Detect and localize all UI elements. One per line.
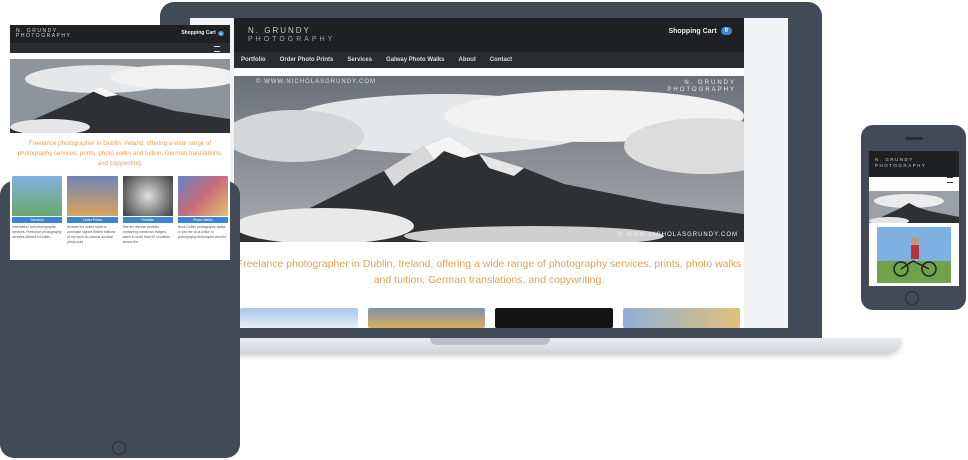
card-text: Book Dublin photography walks, or join m…: [177, 225, 227, 239]
tablet-cart-link[interactable]: Shopping Cart 0: [181, 30, 224, 36]
tablet-hero-image: [10, 59, 230, 133]
phone-hero-image: [869, 191, 959, 223]
website: N. GRUNDY PHOTOGRAPHY Shopping Cart 0 Po…: [234, 18, 744, 328]
tablet-mountain-photo: [10, 59, 230, 133]
menu-icon[interactable]: [214, 46, 220, 52]
card-label: Order Prints: [67, 217, 118, 223]
hero-image: © WWW.NICHOLASGRUNDY.COM N. GRUNDY PHOTO…: [234, 76, 744, 242]
phone-logo[interactable]: N. GRUNDY PHOTOGRAPHY: [875, 157, 926, 169]
thumb-photo-walks[interactable]: [622, 308, 740, 328]
card-label: Services: [12, 217, 63, 223]
brand-name: N. GRUNDY: [248, 26, 311, 35]
card-image: [67, 176, 118, 216]
cart-label: Shopping Cart: [668, 27, 717, 35]
main-nav: Portfolio Order Photo Prints Services Ga…: [234, 52, 744, 68]
tablet-cards: Services Information and photographic se…: [12, 176, 228, 245]
nav-contact[interactable]: Contact: [483, 57, 519, 63]
site-logo[interactable]: N. GRUNDY PHOTOGRAPHY: [248, 26, 335, 44]
card-text: See the diverse portfolio containing num…: [122, 225, 171, 244]
nav-services[interactable]: Services: [340, 57, 379, 63]
phone-screen: N. GRUNDY PHOTOGRAPHY: [869, 151, 959, 286]
feature-thumbnails: [240, 308, 740, 328]
card-text: Information and photographic services. F…: [12, 225, 62, 239]
phone-home-button[interactable]: [905, 291, 919, 305]
mountain-photo: [234, 76, 744, 242]
laptop-notch: [430, 338, 550, 345]
tablet-header: N. GRUNDY PHOTOGRAPHY Shopping Cart 0: [10, 25, 230, 43]
tablet-home-button[interactable]: [112, 441, 126, 455]
card-portfolio[interactable]: Portfolio See the diverse portfolio cont…: [122, 176, 173, 245]
brand-subtitle: PHOTOGRAPHY: [248, 36, 336, 43]
card-label: Photo Walks: [177, 217, 228, 223]
nav-galway-photo-walks[interactable]: Galway Photo Walks: [379, 57, 451, 63]
tablet-tagline: Freelance photographer in Dublin, Irelan…: [17, 140, 223, 167]
thumb-services[interactable]: [240, 308, 358, 328]
nav-about[interactable]: About: [452, 57, 483, 63]
card-services[interactable]: Services Information and photographic se…: [12, 176, 63, 245]
phone-header: N. GRUNDY PHOTOGRAPHY: [869, 151, 959, 177]
phone-mountain-photo: [869, 191, 959, 223]
card-text: Browse the online store to purchase sign…: [67, 225, 116, 244]
site-tagline: Freelance photographer in Dublin, Irelan…: [236, 258, 742, 286]
card-image: [177, 176, 228, 216]
laptop-screen: N. GRUNDY PHOTOGRAPHY Shopping Cart 0 Po…: [190, 18, 788, 328]
phone-cyclist-photo: [877, 227, 951, 283]
card-image: [122, 176, 173, 216]
card-photo-walks[interactable]: Photo Walks Book Dublin photography walk…: [177, 176, 228, 245]
menu-icon[interactable]: [947, 177, 953, 183]
tablet-logo[interactable]: N. GRUNDY PHOTOGRAPHY: [16, 29, 71, 39]
hero-copyright: © WWW.NICHOLASGRUNDY.COM: [618, 232, 738, 238]
cart-count-badge: 0: [720, 27, 732, 35]
card-order-prints[interactable]: Order Prints Browse the online store to …: [67, 176, 118, 245]
nav-order-photo-prints[interactable]: Order Photo Prints: [273, 57, 341, 63]
site-header: N. GRUNDY PHOTOGRAPHY Shopping Cart 0: [234, 18, 744, 52]
card-label: Portfolio: [122, 217, 173, 223]
hero-url-text: © WWW.NICHOLASGRUNDY.COM: [256, 79, 376, 85]
shopping-cart-link[interactable]: Shopping Cart 0: [668, 27, 732, 35]
card-image: [12, 176, 63, 216]
hero-watermark: N. GRUNDY PHOTOGRAPHY: [667, 80, 736, 93]
thumb-portfolio[interactable]: [495, 308, 613, 328]
nav-portfolio[interactable]: Portfolio: [234, 57, 273, 63]
phone-speaker: [905, 137, 923, 140]
tablet-screen: N. GRUNDY PHOTOGRAPHY Shopping Cart 0 Fr…: [10, 25, 230, 260]
tablet-nav: [10, 43, 230, 53]
thumb-order-prints[interactable]: [367, 308, 485, 328]
